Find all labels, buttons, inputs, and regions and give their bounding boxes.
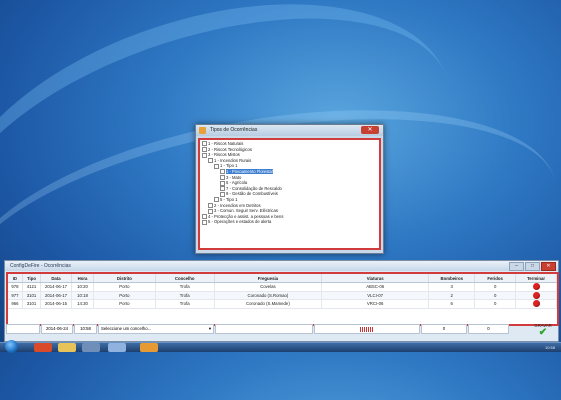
maximize-button[interactable]: □	[525, 262, 540, 271]
table-cell: Covelas	[214, 282, 323, 292]
tree-node-label: 2 - Riscos Tecnológicos	[208, 146, 252, 152]
table-cell: 966	[8, 299, 23, 309]
table-row[interactable]: 978 4121 2014-06-17 10:20 Porto Trofa Covelas A…	[8, 282, 557, 292]
table-cell: Porto	[93, 291, 156, 300]
table-cell: 977	[8, 291, 23, 300]
tree-node-label: 5 - Tipo 1	[220, 196, 238, 202]
column-header[interactable]: Viaturas	[321, 274, 430, 283]
new-freguesia-field[interactable]	[215, 324, 313, 334]
tree-node-label: 7 - Consolidação de Rescaldo	[226, 185, 282, 191]
table-cell: 14:30	[71, 299, 95, 309]
table-row[interactable]: 977 3101 2014-06-17 10:18 Porto Trofa Coronado…	[8, 291, 557, 300]
table-cell: 4121	[22, 282, 42, 292]
terminate-cell	[515, 299, 557, 309]
tree-node-label: 3 - Comun. Seguir Serv. Eléctricas	[214, 208, 278, 214]
table-cell: Porto	[93, 299, 156, 309]
terminate-cell	[515, 291, 557, 300]
column-header[interactable]: Feridos	[474, 274, 517, 283]
occurrence-tree: 1 - Riscos Naturais 2 - Riscos Tecnológic…	[200, 140, 379, 225]
viaturas-list-icon	[360, 326, 374, 332]
terminate-icon[interactable]	[532, 291, 540, 299]
expand-toggle-icon[interactable]	[202, 219, 207, 225]
terminate-cell	[515, 282, 557, 292]
table-cell: Coronado (S.Mamede)	[214, 299, 323, 309]
tree-node[interactable]: 5 - Operações e estados de alerta	[200, 219, 379, 225]
table-cell: 3101	[22, 299, 42, 309]
column-header[interactable]: Bombeiros	[428, 274, 476, 283]
table-cell: 3101	[22, 291, 42, 300]
table-cell: 0	[474, 282, 517, 292]
table-cell: 2014-06-15	[40, 299, 72, 309]
tree-node-label: 4 - Protecção e assist. a pessoas e bens	[208, 213, 284, 219]
grid-header: ID Tipo Data Hora Distrito Concelho Freguesia V…	[8, 274, 557, 283]
table-cell: 2	[428, 291, 476, 300]
table-cell: Trofa	[155, 282, 215, 292]
save-button[interactable]: GRAVAR ✔	[530, 323, 556, 341]
tree-node-label: 1 - Tipo 1	[220, 163, 238, 169]
start-button[interactable]	[5, 340, 18, 353]
tree-node-label: 1 - Incendios Rurais	[214, 157, 252, 163]
checkmark-icon: ✔	[538, 327, 548, 338]
column-header[interactable]: Freguesia	[214, 274, 323, 283]
tree-node-label: 9 - Gestão de Combustíveis	[226, 191, 278, 197]
table-cell: 2014-06-17	[40, 291, 72, 300]
tree-node-label: 3 - Riscos Mistos	[208, 152, 240, 158]
tree-node-label: 3 - Mato	[226, 174, 242, 180]
column-header[interactable]: Distrito	[93, 274, 156, 283]
occurrence-tree-panel: 1 - Riscos Naturais 2 - Riscos Tecnológic…	[198, 138, 381, 250]
minimize-button[interactable]: –	[509, 262, 524, 271]
window-title: ConfigDeFire - Ocorrências	[10, 263, 71, 269]
table-cell: VLCI-07	[321, 291, 430, 300]
table-cell: 6	[428, 299, 476, 309]
close-button[interactable]: ✕	[541, 262, 556, 271]
terminate-icon[interactable]	[532, 300, 540, 308]
table-cell: 10:18	[71, 291, 95, 300]
column-header[interactable]: Concelho	[155, 274, 215, 283]
table-cell: 2014-06-17	[40, 282, 72, 292]
new-time-field[interactable]: 10:58	[74, 324, 97, 334]
concelho-select-value: Seleccione um concelho...	[101, 326, 152, 331]
tree-node-label: 1 - Riscos Naturais	[208, 141, 244, 146]
tree-node-label: 5 - Operações e estados de alerta	[208, 219, 272, 225]
column-header[interactable]: Hora	[71, 274, 95, 283]
column-header[interactable]: Data	[40, 274, 72, 283]
dialog-title: Tipos de Ocorrências	[210, 127, 258, 133]
new-viaturas-field[interactable]	[314, 324, 420, 334]
app-icon	[199, 127, 206, 134]
table-cell: 10:20	[71, 282, 95, 292]
table-cell: ABSC-06	[321, 282, 430, 292]
tree-node-label: 1 - Povoamento Florestal	[226, 168, 273, 174]
table-cell: 978	[8, 282, 23, 292]
column-header[interactable]: Tipo	[22, 274, 42, 283]
dialog-close-button[interactable]: ✕	[361, 126, 379, 134]
table-cell: 3	[428, 282, 476, 292]
new-feridos-field[interactable]: 0	[468, 324, 509, 334]
table-cell: Porto	[93, 282, 156, 292]
table-cell: Trofa	[155, 299, 215, 309]
new-date-field[interactable]: 2014-06-24	[41, 324, 73, 334]
occurrences-grid: ID Tipo Data Hora Distrito Concelho Freguesia V…	[6, 272, 559, 326]
new-row-blank	[6, 324, 40, 334]
window-titlebar[interactable]: ConfigDeFire - Ocorrências – □ ✕	[5, 261, 558, 271]
table-cell: Trofa	[155, 291, 215, 300]
tree-node-label: 2 - Incendios em Detritos	[214, 202, 261, 208]
occurrences-window: ConfigDeFire - Ocorrências – □ ✕ ID Tipo D…	[4, 260, 559, 342]
tree-node-label: 5 - Agrícola	[226, 180, 248, 186]
table-row[interactable]: 966 3101 2014-06-15 14:30 Porto Trofa Coronado…	[8, 299, 557, 309]
new-bombeiros-field[interactable]: 0	[421, 324, 467, 334]
column-header[interactable]: Terminar	[515, 274, 557, 283]
chevron-down-icon: ▼	[208, 326, 212, 331]
table-cell: 0	[474, 299, 517, 309]
concelho-select[interactable]: Seleccione um concelho... ▼	[98, 324, 214, 334]
table-cell: VRCI-06	[321, 299, 430, 309]
dialog-titlebar[interactable]: Tipos de Ocorrências ✕	[196, 125, 383, 136]
table-cell: 0	[474, 291, 517, 300]
terminate-icon[interactable]	[532, 283, 540, 291]
column-header[interactable]: ID	[8, 274, 23, 283]
new-occurrence-row: 2014-06-24 10:58 Seleccione um concelho.…	[6, 324, 555, 334]
table-cell: Coronado (S.Romao)	[214, 291, 323, 300]
occurrence-types-dialog: Tipos de Ocorrências ✕ 1 - Riscos Natura…	[195, 124, 384, 254]
